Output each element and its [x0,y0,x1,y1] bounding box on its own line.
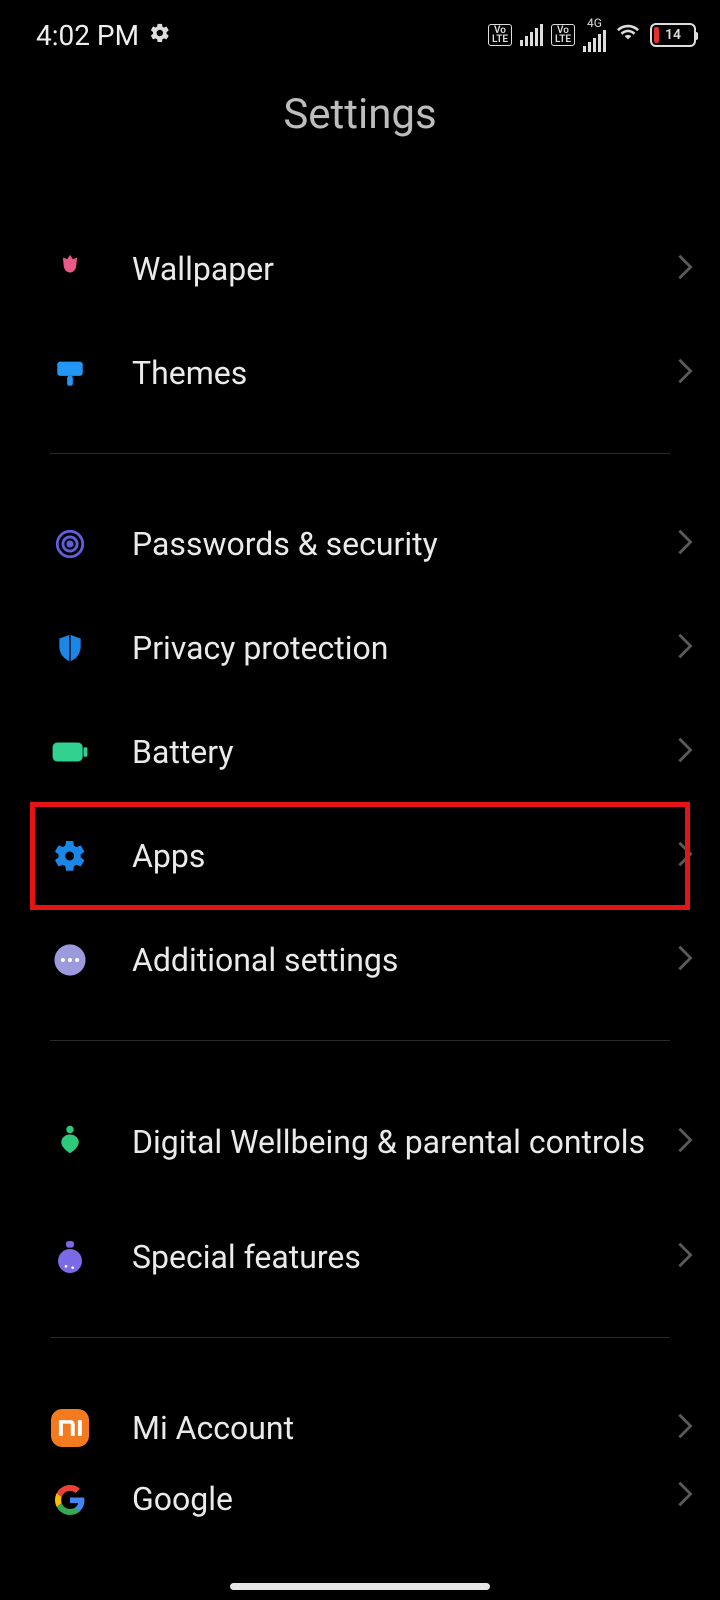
chevron-right-icon [676,357,694,389]
fingerprint-icon [50,524,90,564]
battery-icon [50,732,90,772]
settings-item-label: Apps [132,836,676,876]
settings-item-themes[interactable]: Themes [0,321,720,425]
settings-item-label: Special features [132,1237,676,1277]
battery-percent: 14 [652,27,694,43]
battery-icon: 14 [650,23,696,47]
settings-item-label: Battery [132,732,676,772]
section-divider [50,1040,670,1041]
settings-item-label: Wallpaper [132,249,676,289]
signal-2-wrap: 4G [583,18,606,52]
settings-item-label: Digital Wellbeing & parental controls [132,1122,676,1162]
gear-icon [149,22,171,48]
shield-icon [50,628,90,668]
section-divider [50,453,670,454]
page-title: Settings [0,90,720,139]
settings-item-battery[interactable]: Battery [0,700,720,804]
settings-item-privacy[interactable]: Privacy protection [0,596,720,700]
chevron-right-icon [676,1126,694,1158]
settings-item-label: Privacy protection [132,628,676,668]
status-bar: 4:02 PM VoLTE VoLTE 4G 14 [0,0,720,70]
settings-item-label: Additional settings [132,940,676,980]
status-time: 4:02 PM [36,19,139,52]
settings-item-label: Passwords & security [132,524,676,564]
chevron-right-icon [676,736,694,768]
settings-item-label: Google [132,1480,676,1518]
signal-bars-icon-2 [583,30,606,52]
settings-item-wallpaper[interactable]: Wallpaper [0,217,720,321]
chevron-right-icon [676,253,694,285]
more-icon [50,940,90,980]
gesture-bar[interactable] [230,1583,490,1590]
wellbeing-icon [50,1122,90,1162]
settings-item-special[interactable]: Special features [0,1205,720,1309]
gear-icon [50,836,90,876]
settings-item-label: Themes [132,353,676,393]
flask-icon [50,1237,90,1277]
settings-item-additional[interactable]: Additional settings [0,908,720,1012]
wifi-icon [614,22,642,48]
settings-item-wellbeing[interactable]: Digital Wellbeing & parental controls [0,1079,720,1205]
google-icon [50,1480,90,1520]
chevron-right-icon [676,1480,694,1512]
chevron-right-icon [676,1412,694,1444]
volte-icon-1: VoLTE [488,24,512,46]
settings-item-passwords[interactable]: Passwords & security [0,492,720,596]
mi-logo-icon [50,1408,90,1448]
settings-item-apps[interactable]: Apps [0,804,720,908]
network-type-label: 4G [587,18,602,28]
chevron-right-icon [676,528,694,560]
chevron-right-icon [676,840,694,872]
section-divider [50,1337,670,1338]
settings-item-google[interactable]: Google [0,1480,720,1528]
settings-item-mi-account[interactable]: Mi Account [0,1376,720,1480]
brush-icon [50,353,90,393]
volte-icon-2: VoLTE [551,24,575,46]
chevron-right-icon [676,632,694,664]
chevron-right-icon [676,944,694,976]
chevron-right-icon [676,1241,694,1273]
settings-item-label: Mi Account [132,1408,676,1448]
signal-bars-icon-1 [520,24,543,46]
tulip-icon [50,249,90,289]
